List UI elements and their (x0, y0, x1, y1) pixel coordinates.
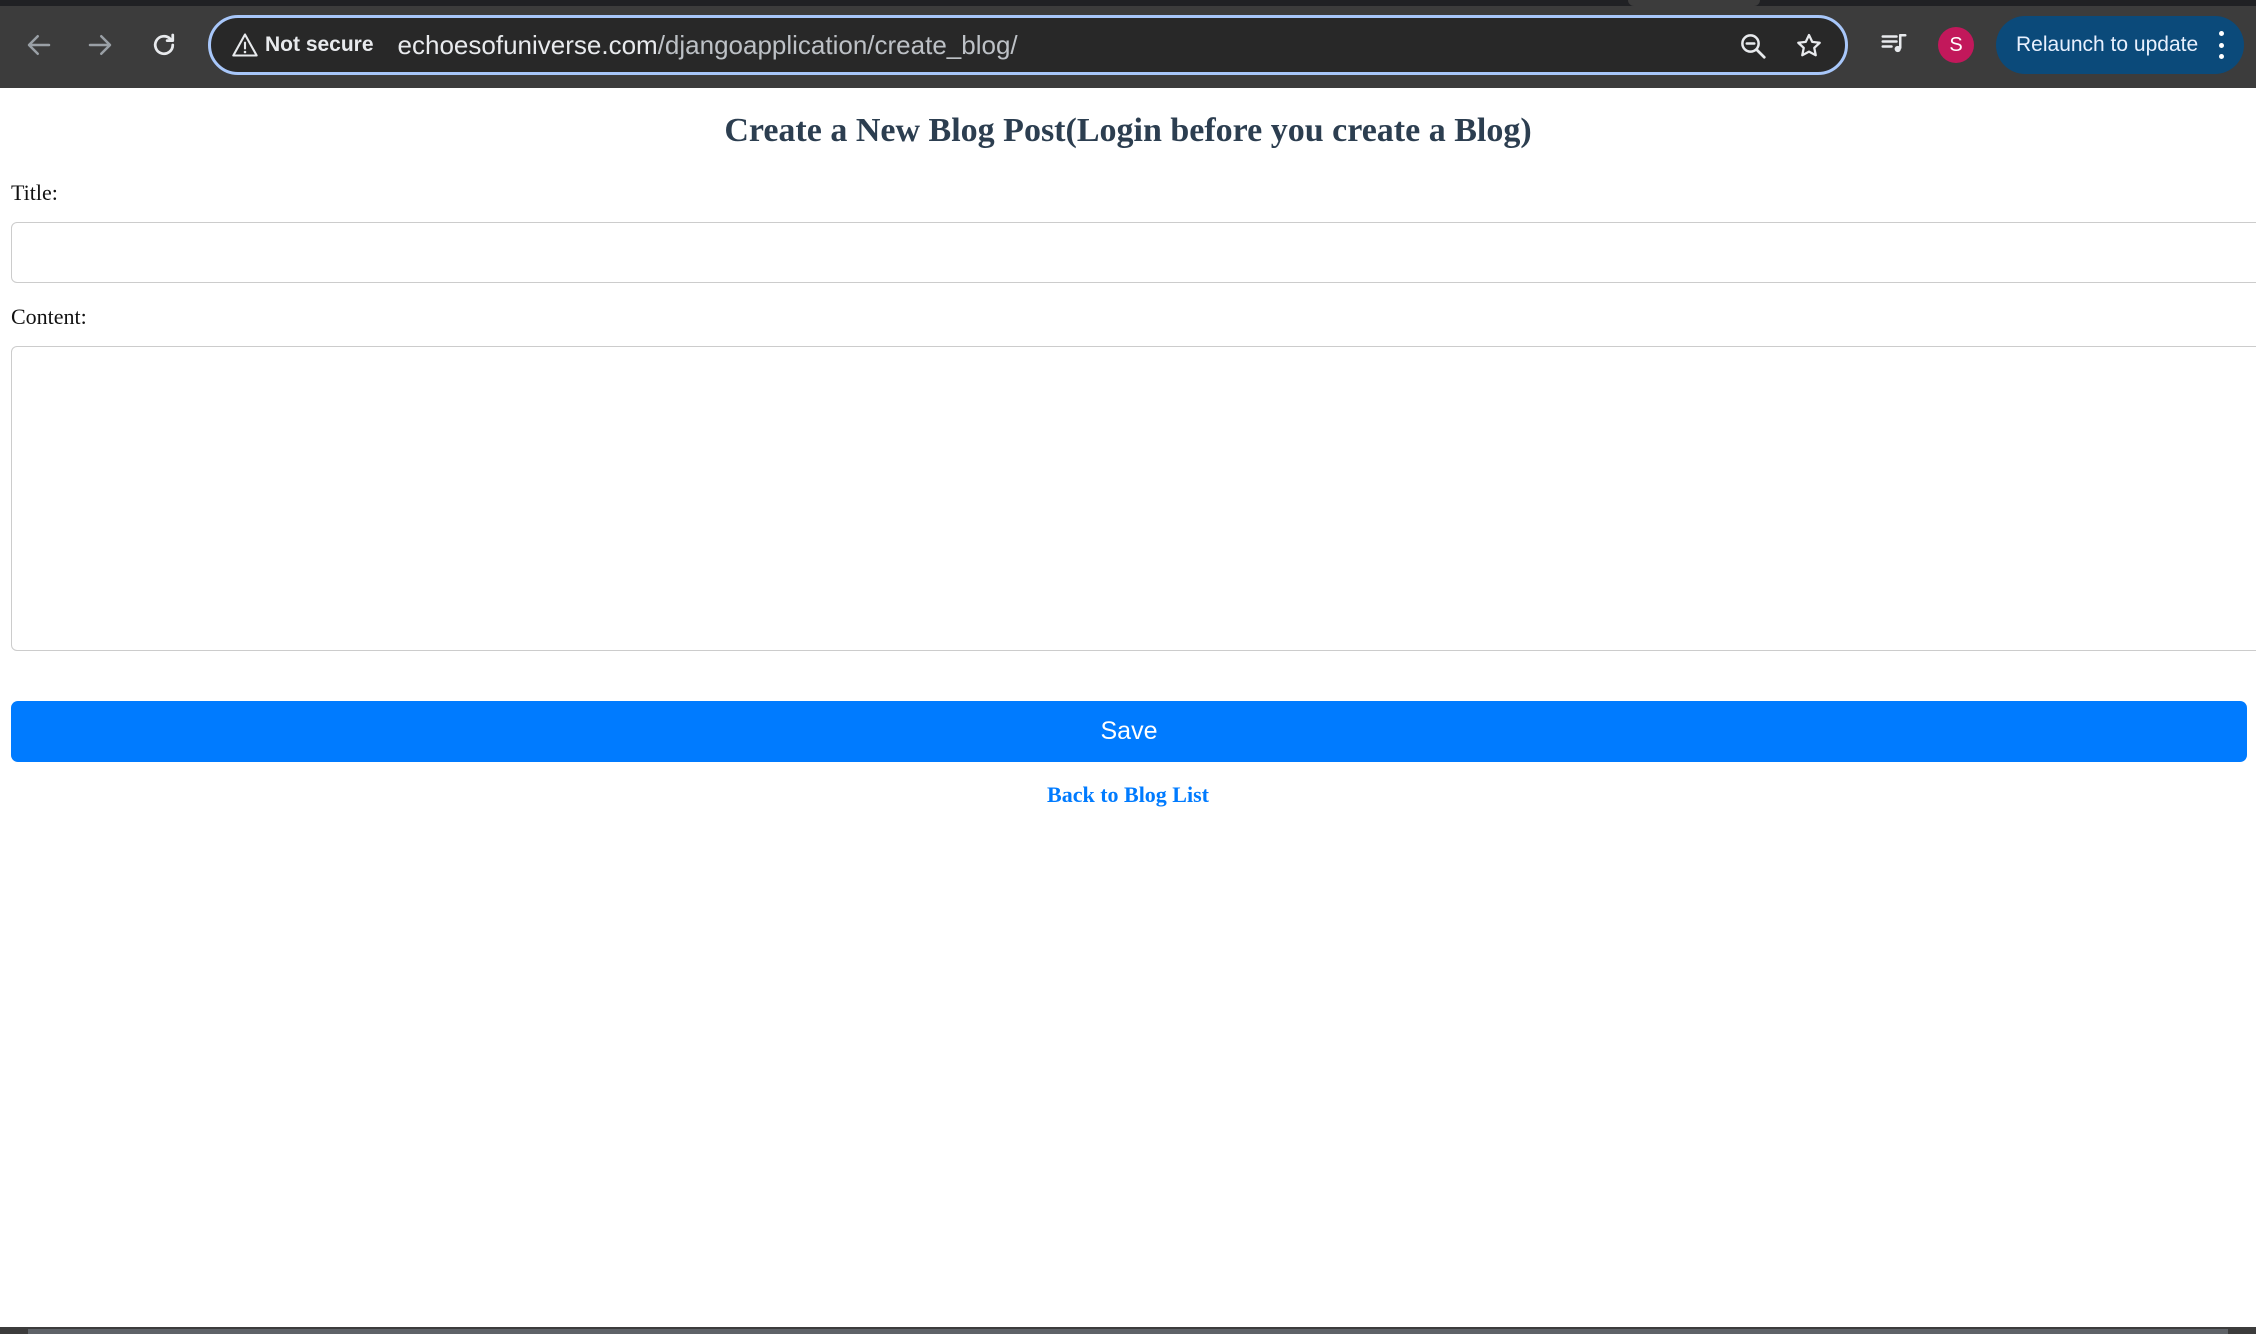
save-button[interactable]: Save (11, 701, 2247, 762)
title-label: Title: (11, 180, 58, 205)
media-controls-icon[interactable] (1876, 26, 1912, 62)
warning-icon[interactable] (231, 31, 259, 59)
page-title: Create a New Blog Post(Login before you … (724, 112, 1532, 149)
address-bar[interactable]: Not secure echoesofuniverse.com/djangoap… (208, 15, 1848, 75)
url-text[interactable]: echoesofuniverse.com/djangoapplication/c… (398, 30, 1018, 61)
content-textarea[interactable] (11, 346, 2256, 651)
forward-arrow-icon (88, 35, 112, 55)
url-domain: echoesofuniverse.com (397, 29, 658, 60)
content-label: Content: (11, 304, 87, 329)
bookmark-star-icon[interactable] (1793, 30, 1825, 62)
browser-toolbar: Not secure echoesofuniverse.com/djangoap… (0, 0, 2256, 88)
relaunch-button[interactable]: Relaunch to update (1996, 16, 2244, 74)
profile-avatar[interactable]: S (1938, 27, 1974, 63)
zoom-icon[interactable] (1737, 30, 1769, 62)
reload-button[interactable] (141, 22, 187, 68)
kebab-menu-icon[interactable] (2216, 31, 2226, 59)
reload-icon (153, 33, 175, 56)
security-label[interactable]: Not secure (265, 33, 374, 57)
active-tab-edge[interactable] (1628, 0, 1760, 6)
relaunch-label: Relaunch to update (2016, 33, 2199, 56)
page-content: Create a New Blog Post(Login before you … (0, 88, 2256, 1328)
back-button[interactable] (16, 22, 62, 68)
tab-strip-edge (0, 0, 2256, 6)
horizontal-scrollbar-thumb[interactable] (28, 1329, 2228, 1334)
back-to-blog-list-link[interactable]: Back to Blog List (0, 782, 2256, 808)
forward-button[interactable] (77, 22, 123, 68)
title-input[interactable] (11, 222, 2256, 283)
url-path: /djangoapplication/create_blog/ (657, 29, 1018, 60)
back-arrow-icon (27, 35, 51, 55)
